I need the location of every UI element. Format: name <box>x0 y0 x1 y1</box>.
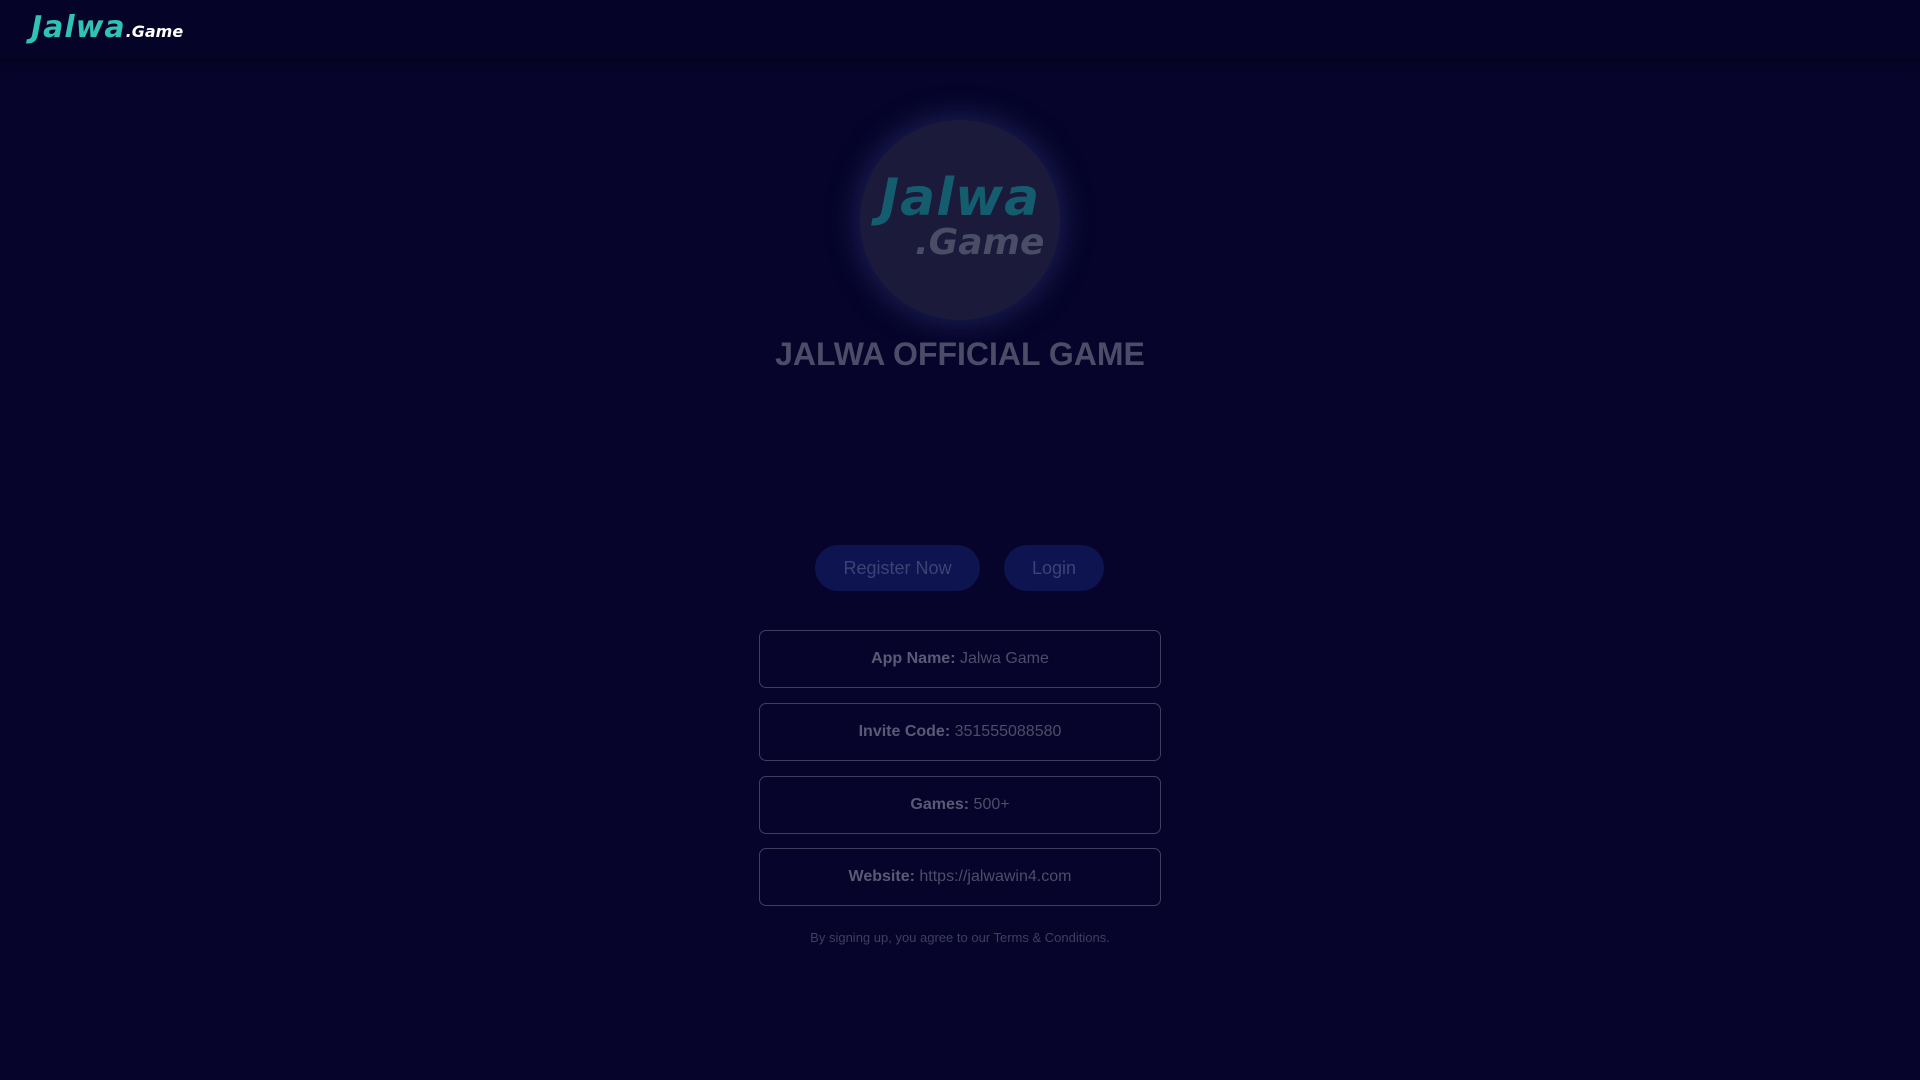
info-invite-code-value: 351555088580 <box>954 723 1062 740</box>
register-button[interactable]: Register Now <box>815 545 980 591</box>
hero-logo-sub: .Game <box>915 222 1045 263</box>
hero-logo-main: Jalwa <box>879 168 1041 228</box>
login-button[interactable]: Login <box>1004 545 1104 591</box>
brand-logo[interactable]: Jalwa.Game <box>31 10 183 45</box>
info-invite-code: Invite Code: 351555088580 <box>759 703 1161 761</box>
terms-notice: By signing up, you agree to our Terms & … <box>810 930 1110 945</box>
info-app-name: App Name: Jalwa Game <box>759 630 1161 688</box>
info-invite-code-label: Invite Code: <box>858 723 951 740</box>
info-games: Games: 500+ <box>759 776 1161 834</box>
info-app-name-value: Jalwa Game <box>959 650 1049 667</box>
info-games-value: 500+ <box>973 796 1010 813</box>
brand-logo-main: Jalwa <box>31 10 126 45</box>
info-website: Website: https://jalwawin4.com <box>759 848 1161 906</box>
top-bar: Jalwa.Game <box>0 0 1920 58</box>
info-website-link[interactable]: https://jalwawin4.com <box>919 868 1071 885</box>
info-website-label: Website: <box>848 868 915 885</box>
info-games-label: Games: <box>910 796 970 813</box>
hero-logo: Jalwa .Game <box>860 120 1060 320</box>
brand-logo-sub: .Game <box>125 22 184 41</box>
page-title: JALWA OFFICIAL GAME <box>775 336 1145 372</box>
info-app-name-label: App Name: <box>871 650 956 667</box>
